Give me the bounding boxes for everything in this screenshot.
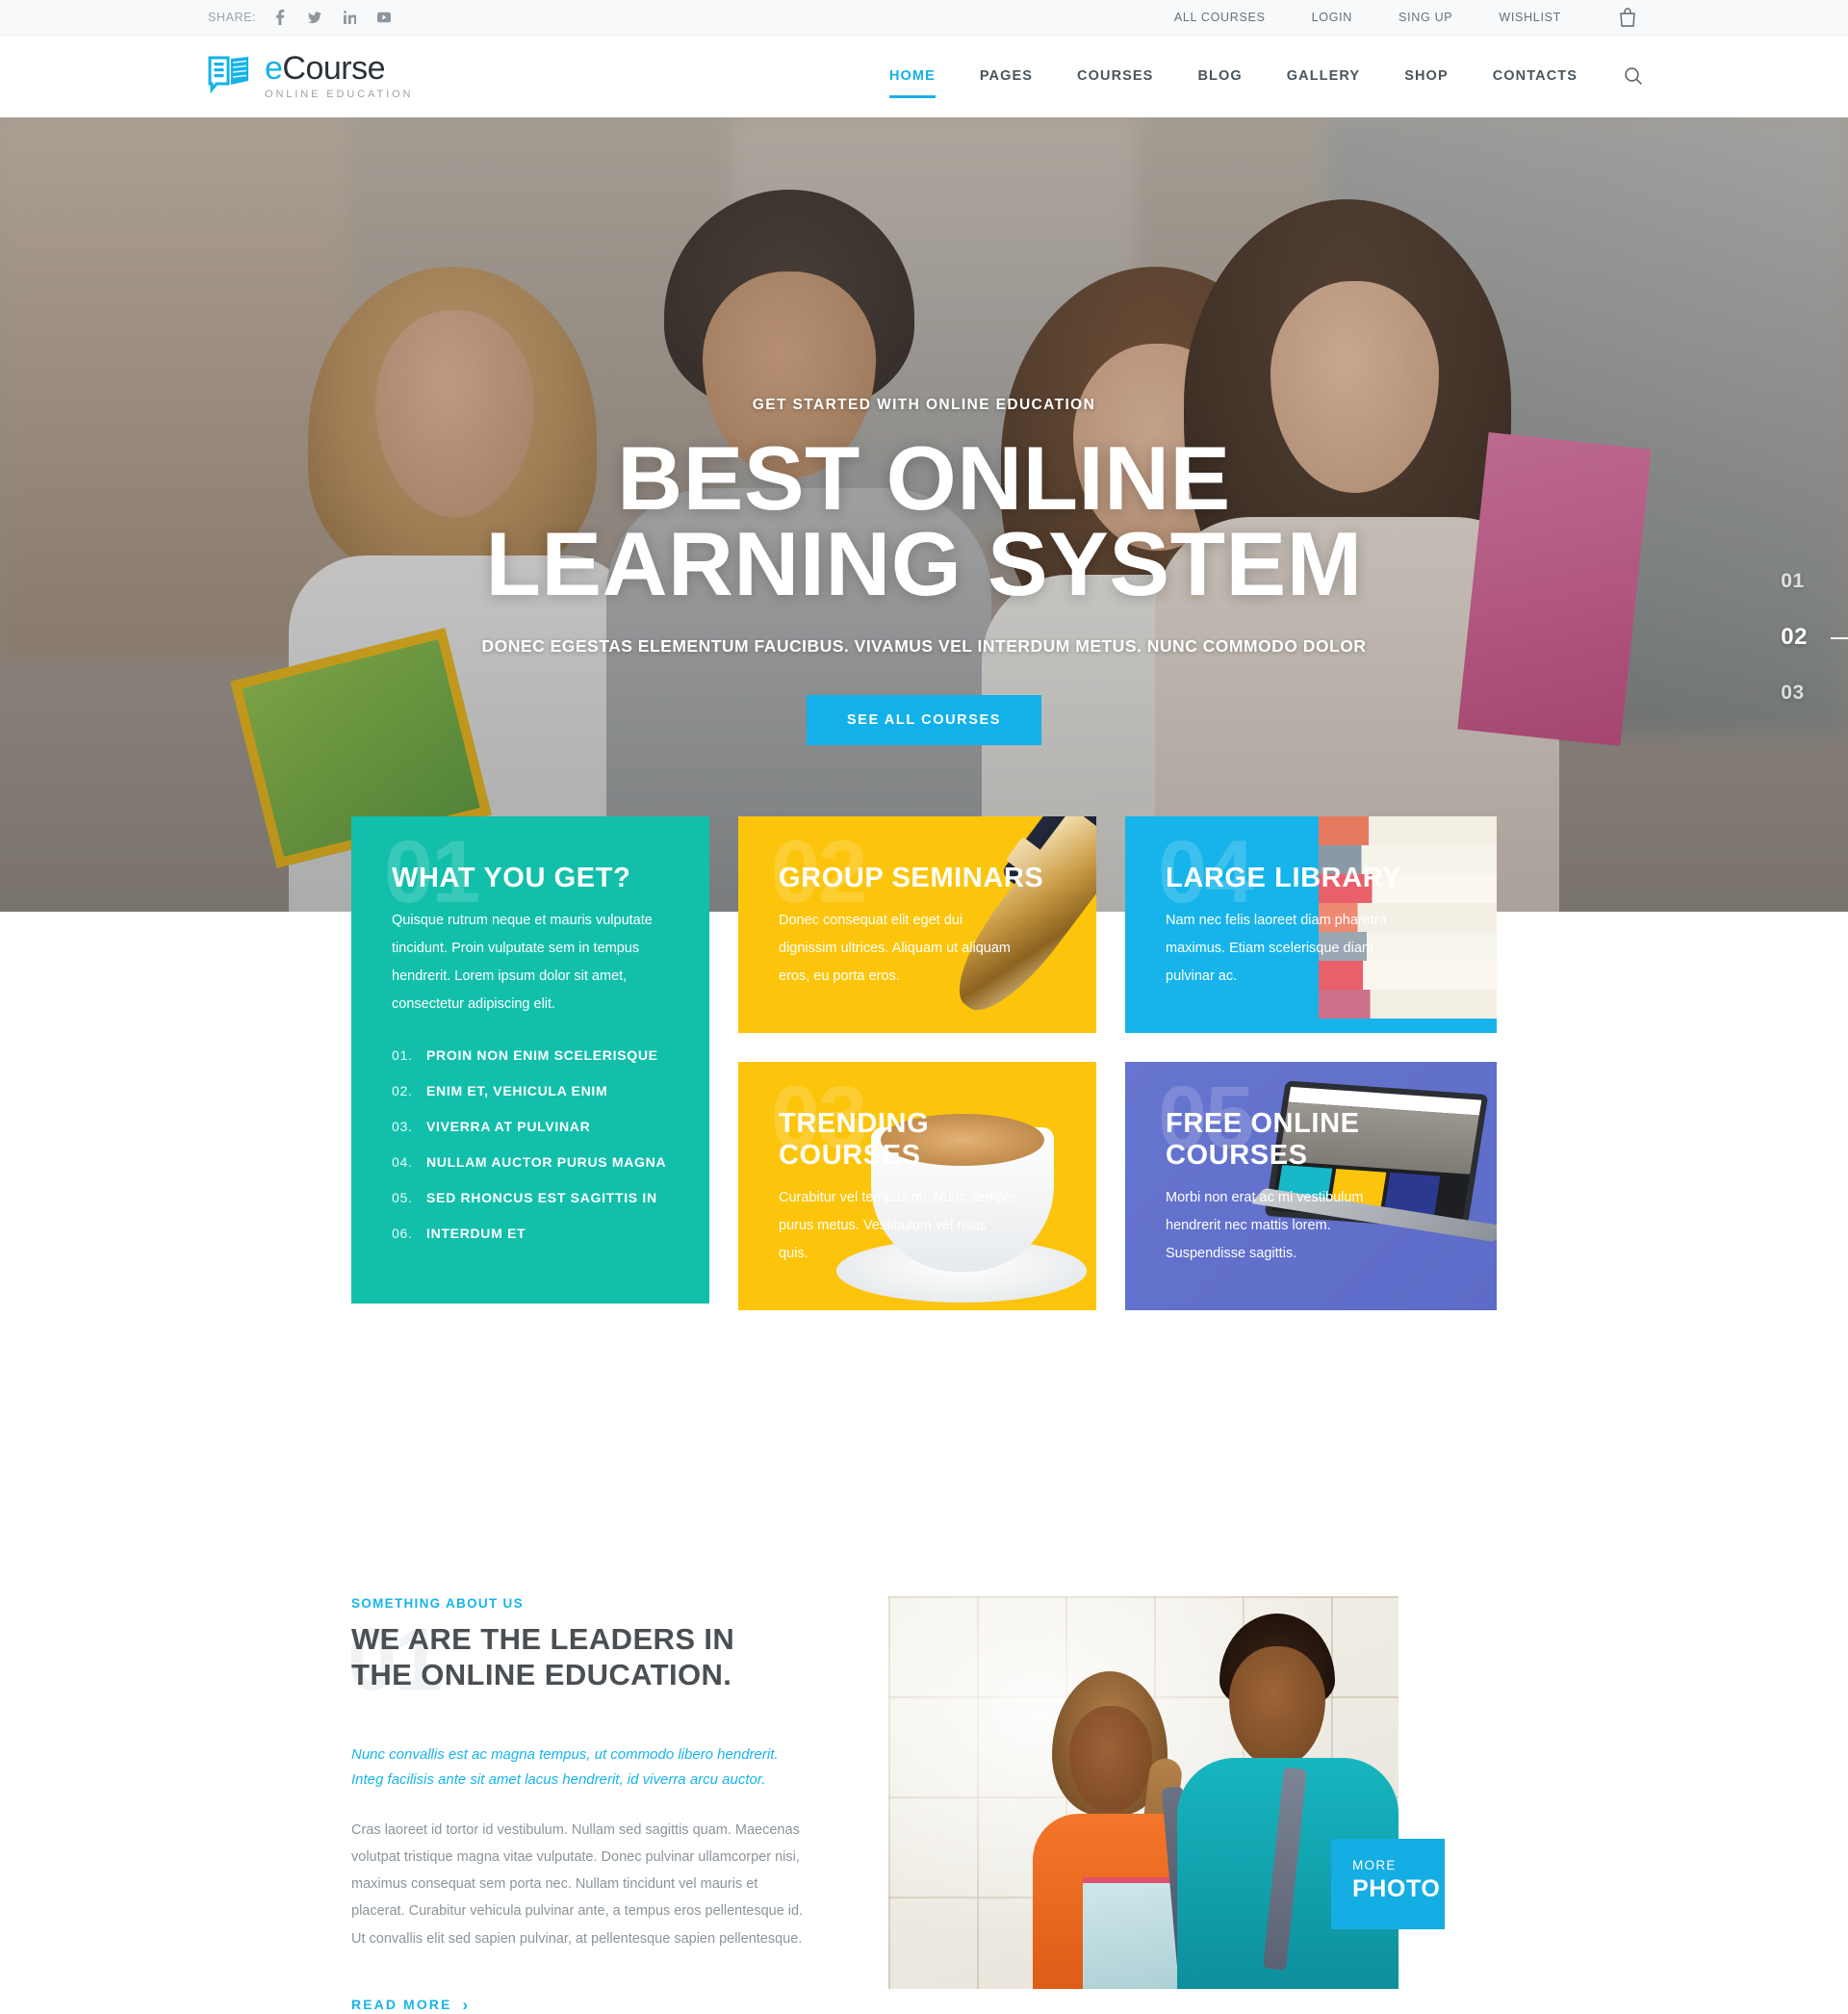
card-title: WHAT YOU GET? — [392, 863, 631, 893]
see-all-courses-button[interactable]: SEE ALL COURSES — [806, 694, 1042, 745]
card-group-seminars[interactable]: 02 GROUP SEMINARS Donec consequat elit e… — [738, 816, 1096, 1034]
card-free-online-courses[interactable]: 05 FREE ONLINE COURSES Morbi non erat ac… — [1125, 1062, 1497, 1311]
card-title: LARGE LIBRARY — [1166, 863, 1402, 893]
benefits-list: 01. PROIN NON ENIM SCELERISQUE 02. ENIM ET… — [392, 1047, 669, 1241]
card-body: Donec consequat elit eget dui dignissim … — [779, 913, 1011, 985]
topnav-all-courses[interactable]: ALL COURSES — [1151, 11, 1289, 24]
nav-item-pages[interactable]: PAGES — [958, 62, 1055, 90]
slider-pagination: 01 02 03 — [1781, 570, 1848, 705]
list-item-label: NULLAM AUCTOR PURUS MAGNA — [426, 1154, 667, 1171]
twitter-icon[interactable] — [308, 10, 322, 25]
page-title: WE ARE THE LEADERS IN THE ONLINE EDUCATI… — [351, 1622, 735, 1691]
share-label: SHARE: — [208, 11, 257, 24]
youtube-icon[interactable] — [377, 10, 392, 25]
list-item-label: PROIN NON ENIM SCELERISQUE — [426, 1047, 658, 1064]
more-photo-badge[interactable]: MORE PHOTO — [1331, 1839, 1445, 1929]
list-item-number: 06. — [392, 1226, 413, 1242]
utility-topbar: SHARE: ALL COURSES LOGIN SING UP WISHLIS… — [0, 0, 1848, 36]
list-item-label: VIVERRA AT PULVINAR — [426, 1119, 591, 1135]
list-item-label: ENIM ET, VEHICULA ENIM — [426, 1083, 608, 1099]
card-trending-courses[interactable]: 03 TRENDING COURSES Curabitur vel tempus… — [738, 1062, 1096, 1311]
nav-item-courses[interactable]: COURSES — [1055, 62, 1175, 90]
list-item-number: 01. — [392, 1047, 413, 1064]
list-item[interactable]: 04. NULLAM AUCTOR PURUS MAGNA — [392, 1154, 669, 1170]
card-body: Quisque rutrum neque et mauris vulputate… — [392, 913, 653, 1013]
site-header: eCourse ONLINE EDUCATION HOME PAGES COUR… — [0, 36, 1848, 117]
list-item-label: SED RHONCUS EST SAGITTIS IN — [426, 1190, 657, 1206]
linkedin-icon[interactable] — [343, 10, 356, 25]
logo-course: Course — [282, 50, 386, 87]
utility-nav: ALL COURSES LOGIN SING UP WISHLIST — [1151, 8, 1646, 27]
nav-item-gallery[interactable]: GALLERY — [1265, 62, 1382, 90]
ecourse-book-icon — [208, 56, 252, 96]
card-title: GROUP SEMINARS — [779, 863, 1044, 893]
hero-title-line-2: LEARNING SYSTEM — [485, 513, 1363, 615]
list-item-number: 05. — [392, 1190, 413, 1206]
list-item-number: 03. — [392, 1119, 413, 1135]
logo-tagline: ONLINE EDUCATION — [265, 89, 414, 100]
logo[interactable]: eCourse ONLINE EDUCATION — [202, 52, 413, 100]
list-item-number: 04. — [392, 1154, 413, 1171]
slider-dot-01[interactable]: 01 — [1781, 570, 1804, 593]
list-item[interactable]: 01. PROIN NON ENIM SCELERISQUE — [392, 1047, 669, 1063]
nav-item-blog[interactable]: BLOG — [1175, 62, 1264, 90]
nav-item-shop[interactable]: SHOP — [1382, 62, 1471, 90]
hero-eyebrow: GET STARTED WITH ONLINE EDUCATION — [752, 397, 1096, 413]
about-lead-paragraph: Nunc convallis est ac magna tempus, ut c… — [351, 1746, 779, 1789]
list-item[interactable]: 05. SED RHONCUS EST SAGITTIS IN — [392, 1190, 669, 1205]
about-body-paragraph: Cras laoreet id tortor id vestibulum. Nu… — [351, 1821, 804, 1947]
read-more-link[interactable]: READ MORE › — [351, 1997, 470, 2013]
logo-wordmark: eCourse — [265, 52, 413, 85]
hero-slider: GET STARTED WITH ONLINE EDUCATION BEST O… — [0, 117, 1848, 912]
topnav-login[interactable]: LOGIN — [1289, 11, 1375, 24]
about-section: SOMETHING ABOUT US 01 WE ARE THE LEADERS… — [347, 1475, 1497, 2014]
list-item[interactable]: 06. INTERDUM ET — [392, 1226, 669, 1241]
card-title: TRENDING COURSES — [779, 1108, 930, 1171]
list-item[interactable]: 03. VIVERRA AT PULVINAR — [392, 1119, 669, 1134]
card-title: FREE ONLINE COURSES — [1166, 1108, 1360, 1171]
nav-item-home[interactable]: HOME — [867, 62, 958, 98]
slider-dot-03[interactable]: 03 — [1781, 682, 1804, 705]
nav-item-contacts[interactable]: CONTACTS — [1471, 62, 1600, 90]
more-photo-small-label: MORE — [1352, 1858, 1397, 1872]
card-what-you-get[interactable]: 01 WHAT YOU GET? Quisque rutrum neque et… — [351, 816, 709, 1304]
card-body: Morbi non erat ac mi vestibulum hendreri… — [1166, 1190, 1364, 1262]
share-group: SHARE: — [202, 10, 392, 25]
shopping-bag-icon[interactable] — [1619, 8, 1646, 27]
search-icon[interactable] — [1621, 64, 1646, 89]
main-navigation: HOME PAGES COURSES BLOG GALLERY SHOP CON… — [867, 62, 1646, 98]
topnav-sing-up[interactable]: SING UP — [1375, 11, 1476, 24]
card-body: Curabitur vel tempus mi. Nunc semper pur… — [779, 1190, 1017, 1262]
list-item[interactable]: 02. ENIM ET, VEHICULA ENIM — [392, 1083, 669, 1098]
feature-cards: 01 WHAT YOU GET? Quisque rutrum neque et… — [0, 816, 1848, 1311]
two-students-image — [888, 1596, 1399, 1989]
slider-dot-02[interactable]: 02 — [1781, 624, 1848, 651]
card-body: Nam nec felis laoreet diam pharetra maxi… — [1166, 913, 1387, 985]
hero-subtitle: DONEC EGESTAS ELEMENTUM FAUCIBUS. VIVAMU… — [481, 635, 1367, 656]
list-item-number: 02. — [392, 1083, 413, 1099]
about-eyebrow: SOMETHING ABOUT US — [351, 1596, 524, 1611]
chevron-right-icon: › — [462, 1995, 471, 2014]
topnav-wishlist[interactable]: WISHLIST — [1476, 11, 1584, 24]
list-item-label: INTERDUM ET — [426, 1226, 526, 1242]
more-photo-large-label: PHOTO — [1352, 1875, 1441, 1902]
read-more-label: READ MORE — [351, 1997, 452, 2013]
hero-title-line-1: BEST ONLINE — [617, 427, 1231, 529]
hero-title: BEST ONLINE LEARNING SYSTEM — [0, 427, 1848, 615]
social-links — [273, 10, 392, 25]
card-large-library[interactable]: 04 LARGE LIBRARY Nam nec felis laoreet d… — [1125, 816, 1497, 1034]
logo-e: e — [265, 50, 283, 87]
facebook-icon[interactable] — [273, 10, 287, 25]
